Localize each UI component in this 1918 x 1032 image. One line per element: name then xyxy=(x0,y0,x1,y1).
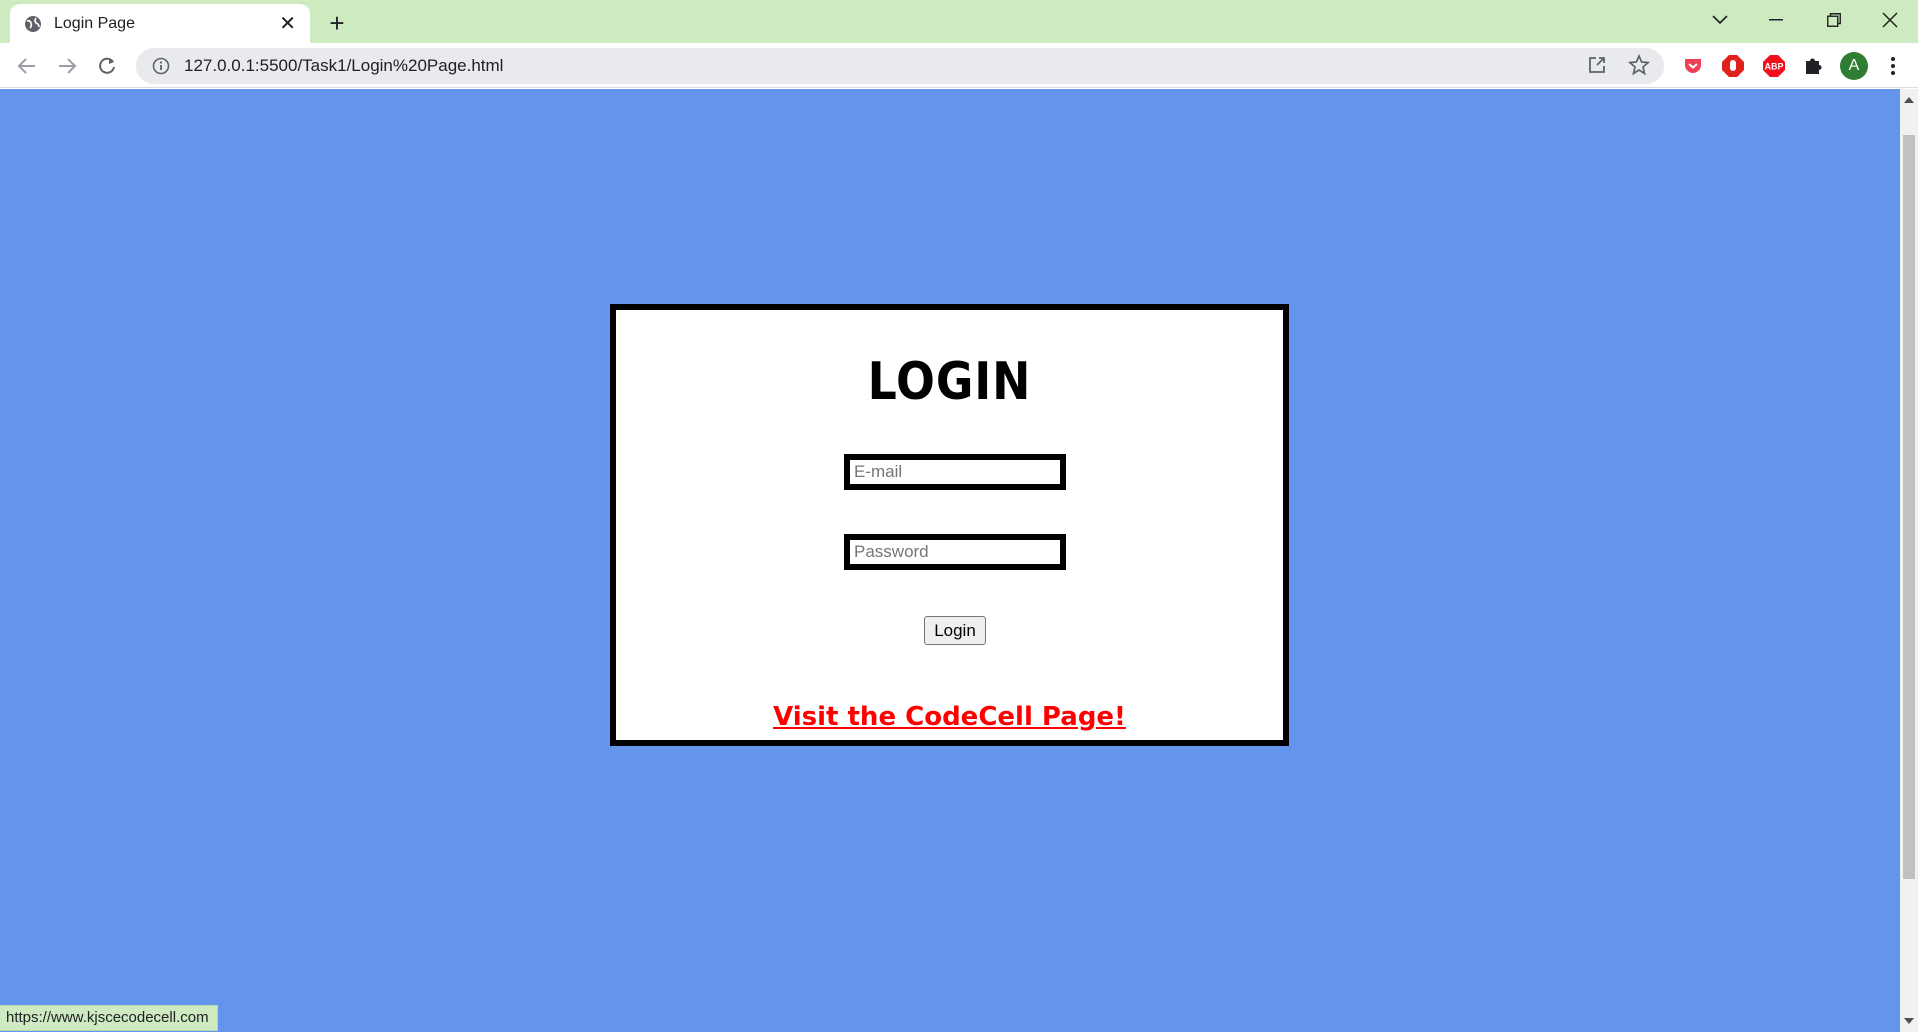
page-title: LOGIN xyxy=(867,352,1032,412)
forward-button[interactable] xyxy=(50,49,84,83)
tab-login-page[interactable]: Login Page ✕ xyxy=(10,4,310,43)
scroll-up-arrow-icon[interactable] xyxy=(1904,97,1914,103)
tab-strip: Login Page ✕ + xyxy=(0,0,1918,43)
pocket-icon[interactable] xyxy=(1680,53,1706,79)
url-text: 127.0.0.1:5500/Task1/Login%20Page.html xyxy=(184,56,504,75)
password-input[interactable] xyxy=(844,534,1066,570)
avatar-initial: A xyxy=(1848,57,1860,74)
info-icon[interactable] xyxy=(152,57,170,75)
reload-button[interactable] xyxy=(90,49,124,83)
email-input[interactable] xyxy=(844,454,1066,490)
back-arrow-icon xyxy=(17,58,35,74)
status-bar-url: https://www.kjscecodecell.com xyxy=(0,1005,218,1031)
share-icon[interactable] xyxy=(1586,54,1608,76)
adblock-icon[interactable]: ABP xyxy=(1761,53,1787,79)
stop-icon[interactable] xyxy=(1720,53,1746,79)
close-tab-icon[interactable]: ✕ xyxy=(279,14,296,34)
scroll-down-arrow-icon[interactable] xyxy=(1904,1018,1914,1024)
codecell-link[interactable]: Visit the CodeCell Page! xyxy=(616,702,1283,732)
tab-search-chevron-icon[interactable] xyxy=(1692,0,1748,40)
star-icon[interactable] xyxy=(1628,54,1650,76)
close-window-button[interactable] xyxy=(1862,0,1918,40)
address-bar[interactable]: 127.0.0.1:5500/Task1/Login%20Page.html xyxy=(136,48,1664,84)
adblock-badge-text: ABP xyxy=(1764,62,1783,72)
login-card: LOGIN Login Visit the CodeCell Page! xyxy=(610,304,1289,746)
scrollbar-thumb[interactable] xyxy=(1903,135,1915,879)
forward-arrow-icon xyxy=(59,58,77,74)
restore-window-button[interactable] xyxy=(1806,0,1862,40)
login-button[interactable]: Login xyxy=(924,616,986,645)
new-tab-button[interactable]: + xyxy=(322,8,352,38)
reload-icon xyxy=(99,57,115,74)
puzzle-icon[interactable] xyxy=(1800,53,1826,79)
page-viewport: LOGIN Login Visit the CodeCell Page! xyxy=(0,89,1900,1032)
browser-toolbar: 127.0.0.1:5500/Task1/Login%20Page.html A… xyxy=(0,43,1918,88)
back-button[interactable] xyxy=(10,49,44,83)
globe-icon xyxy=(25,15,41,32)
minimize-window-button[interactable] xyxy=(1748,0,1804,40)
tab-title: Login Page xyxy=(54,14,135,32)
kebab-menu-icon[interactable] xyxy=(1880,53,1906,79)
page-scrollbar[interactable] xyxy=(1900,89,1918,1032)
avatar[interactable]: A xyxy=(1840,52,1868,80)
